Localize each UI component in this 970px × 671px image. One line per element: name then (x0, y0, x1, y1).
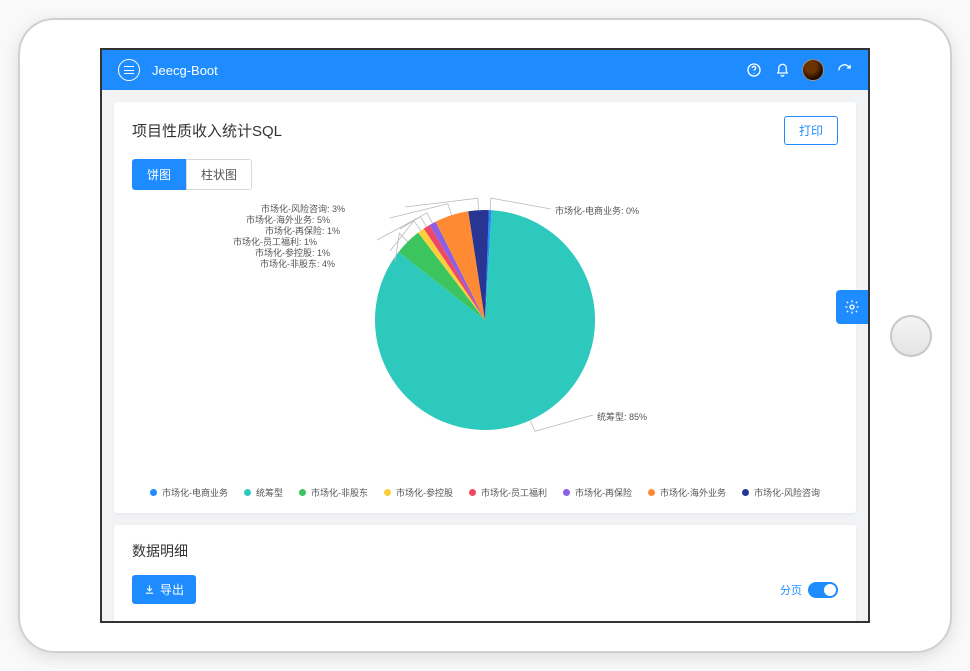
detail-card: 数据明细 导出 分页 #项目性质保险经纪佣金费风险咨询费承保公估评估费保险公估费… (114, 525, 856, 621)
legend-swatch (563, 489, 570, 496)
pie-slice-label: 统筹型: 85% (597, 410, 647, 423)
legend-item[interactable]: 市场化-参控股 (384, 486, 453, 499)
page-content: 项目性质收入统计SQL 打印 饼图 柱状图 市场化-电商业务: 0% 统筹型: 8… (102, 90, 868, 621)
toggle-switch (808, 582, 838, 598)
legend-item[interactable]: 市场化-再保险 (563, 486, 632, 499)
print-button[interactable]: 打印 (784, 116, 838, 145)
tablet-frame: Jeecg-Boot 项目性质收入统计SQL 打印 (20, 20, 950, 651)
legend-label: 市场化-非股东 (311, 486, 368, 499)
pagination-toggle[interactable]: 分页 (780, 582, 838, 598)
app-title: Jeecg-Boot (152, 63, 218, 78)
legend-swatch (648, 489, 655, 496)
chart-card: 项目性质收入统计SQL 打印 饼图 柱状图 市场化-电商业务: 0% 统筹型: 8… (114, 102, 856, 513)
legend-swatch (384, 489, 391, 496)
pie-chart: 市场化-电商业务: 0%统筹型: 85%市场化-非股东: 4%市场化-参控股: … (114, 200, 856, 440)
refresh-icon[interactable] (836, 62, 852, 78)
legend-label: 市场化-海外业务 (660, 486, 726, 499)
legend-label: 市场化-员工福利 (481, 486, 547, 499)
legend-swatch (150, 489, 157, 496)
download-icon (144, 584, 155, 595)
pie-slice-label: 市场化-电商业务: 0% (555, 204, 639, 217)
pagination-toggle-label: 分页 (780, 582, 802, 598)
legend-swatch (469, 489, 476, 496)
legend-swatch (299, 489, 306, 496)
legend-item[interactable]: 统筹型 (244, 486, 283, 499)
legend-item[interactable]: 市场化-非股东 (299, 486, 368, 499)
legend-label: 市场化-风险咨询 (754, 486, 820, 499)
tab-pie[interactable]: 饼图 (132, 159, 186, 190)
page-title: 项目性质收入统计SQL (132, 120, 282, 141)
legend-item[interactable]: 市场化-员工福利 (469, 486, 547, 499)
chart-legend: 市场化-电商业务 统筹型 市场化-非股东 市场化-参控股 市场化-员工福利 市场化-再保险… (114, 480, 856, 513)
legend-label: 统筹型 (256, 486, 283, 499)
legend-swatch (244, 489, 251, 496)
avatar[interactable] (802, 59, 824, 81)
detail-title: 数据明细 (114, 525, 856, 575)
legend-item[interactable]: 市场化-电商业务 (150, 486, 228, 499)
tab-bar[interactable]: 柱状图 (186, 159, 252, 190)
legend-label: 市场化-电商业务 (162, 486, 228, 499)
legend-label: 市场化-参控股 (396, 486, 453, 499)
tablet-home-button[interactable] (890, 315, 932, 357)
chart-tabs: 饼图 柱状图 (114, 159, 856, 200)
table-header-row: #项目性质保险经纪佣金费风险咨询费承保公估评估费保险公估费投标咨询费内控咨询费 (114, 614, 856, 621)
legend-label: 市场化-再保险 (575, 486, 632, 499)
legend-item[interactable]: 市场化-海外业务 (648, 486, 726, 499)
top-navbar: Jeecg-Boot (102, 50, 868, 90)
bell-icon[interactable] (774, 62, 790, 78)
export-button-label: 导出 (160, 581, 184, 598)
export-button[interactable]: 导出 (132, 575, 196, 604)
app-screen: Jeecg-Boot 项目性质收入统计SQL 打印 (100, 48, 870, 623)
help-icon[interactable] (746, 62, 762, 78)
legend-swatch (742, 489, 749, 496)
pie-slice-label: 市场化-风险咨询: 3% (261, 202, 345, 215)
legend-item[interactable]: 市场化-风险咨询 (742, 486, 820, 499)
menu-toggle-icon[interactable] (118, 59, 140, 81)
